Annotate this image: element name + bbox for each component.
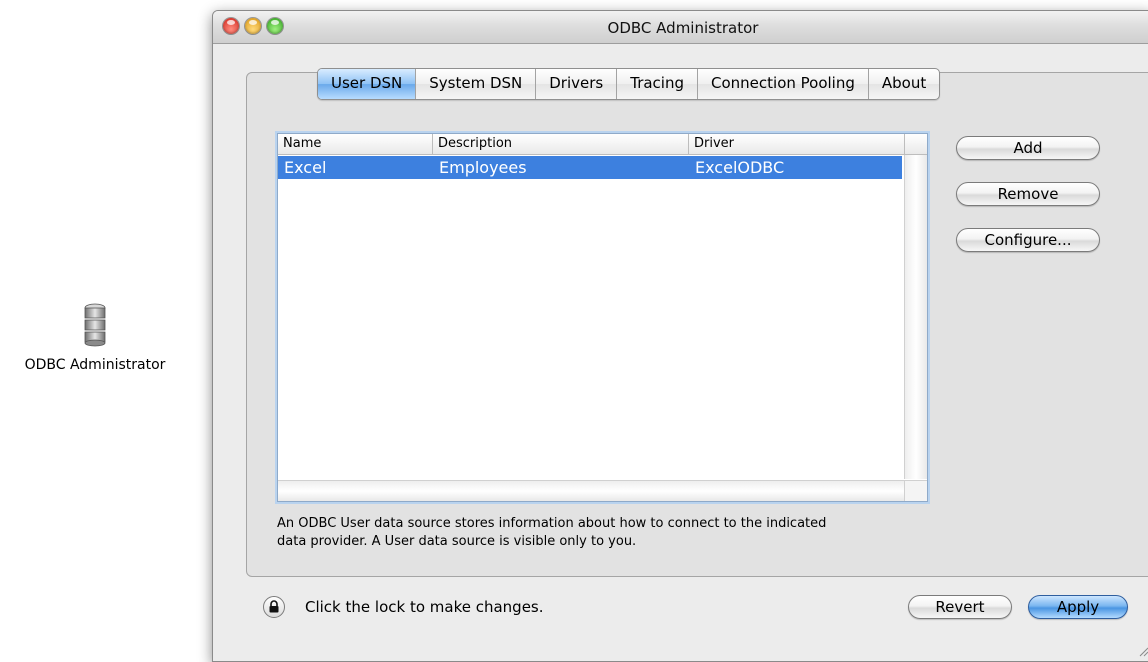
cell-name: Excel [284, 158, 327, 177]
desktop-icon-label: ODBC Administrator [24, 357, 166, 373]
lock-status-text: Click the lock to make changes. [305, 598, 544, 616]
list-header: Name Description Driver [278, 134, 927, 155]
description-line-2: data provider. A User data source is vis… [277, 534, 637, 549]
remove-button[interactable]: Remove [956, 182, 1100, 206]
column-header-name[interactable]: Name [278, 134, 433, 154]
cell-description: Employees [439, 158, 527, 177]
dsn-list[interactable]: Name Description Driver Excel Employees … [277, 133, 928, 502]
cell-driver: ExcelODBC [695, 158, 785, 177]
horizontal-scrollbar[interactable] [278, 480, 905, 501]
revert-button[interactable]: Revert [908, 595, 1012, 619]
tab-connection-pooling[interactable]: Connection Pooling [697, 69, 868, 99]
tab-system-dsn[interactable]: System DSN [415, 69, 535, 99]
database-icon [84, 303, 106, 347]
tab-about[interactable]: About [867, 69, 939, 99]
apply-button[interactable]: Apply [1028, 595, 1128, 619]
description-line-1: An ODBC User data source stores informat… [277, 516, 827, 531]
tab-bar: User DSN System DSN Drivers Tracing Conn… [317, 68, 941, 100]
window-title: ODBC Administrator [607, 19, 759, 37]
lock-icon [269, 600, 279, 613]
add-button[interactable]: Add [956, 136, 1100, 160]
desktop: ODBC Administrator ODBC Administrator Us… [0, 0, 1148, 662]
tab-tracing[interactable]: Tracing [616, 69, 697, 99]
column-header-driver[interactable]: Driver [689, 134, 905, 154]
desktop-icon-odbc-administrator[interactable]: ODBC Administrator [8, 303, 182, 373]
table-row[interactable]: Excel Employees ExcelODBC [278, 156, 902, 179]
resize-grip-icon[interactable] [1137, 645, 1148, 657]
vertical-scrollbar[interactable] [904, 155, 927, 479]
column-header-description[interactable]: Description [433, 134, 689, 154]
configure-button[interactable]: Configure... [956, 228, 1100, 252]
dsn-description: An ODBC User data source stores informat… [277, 515, 977, 551]
odbc-administrator-window: ODBC Administrator User DSN System DSN D… [212, 10, 1148, 662]
tab-drivers[interactable]: Drivers [535, 69, 616, 99]
lock-button[interactable] [263, 596, 285, 618]
scroll-corner [904, 480, 927, 501]
tab-user-dsn[interactable]: User DSN [318, 69, 416, 99]
title-bar[interactable]: ODBC Administrator [213, 11, 1148, 44]
